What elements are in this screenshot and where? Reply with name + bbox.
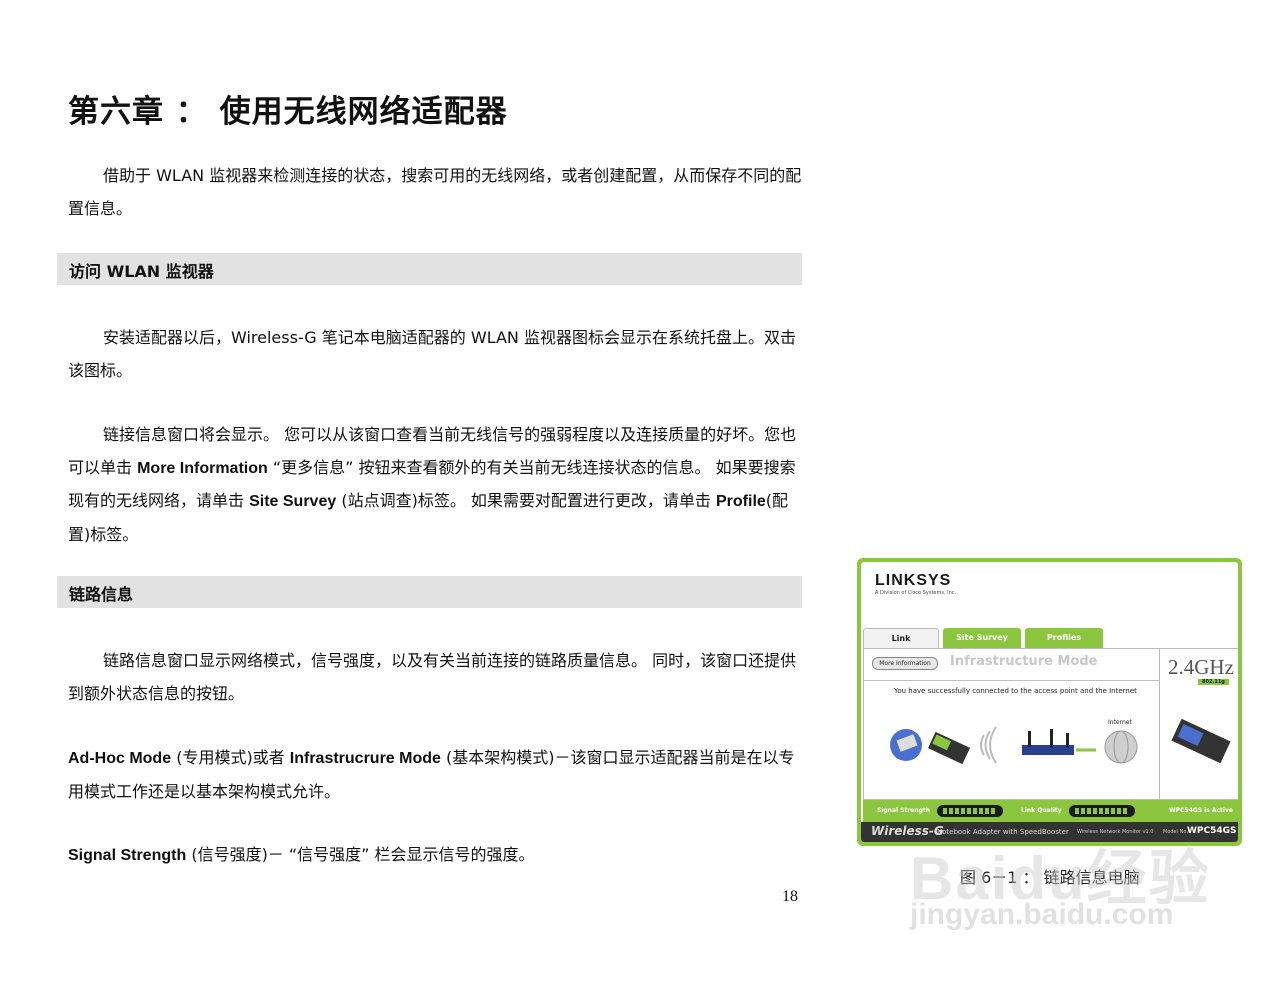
linksys-logo-sub: A Division of Cisco Systems, Inc. (875, 590, 957, 596)
link-quality-label: Link Quality (1021, 807, 1062, 814)
globe-icon (1104, 730, 1138, 764)
link-window-paragraph: 链接信息窗口将会显示。 您可以从该窗口查看当前无线信号的强弱程度以及连接质量的好… (68, 425, 797, 544)
signal-strength-label: Signal Strength (877, 807, 931, 814)
adapter-active-label: WPC54GS is Active (1169, 807, 1233, 814)
connection-diagram (890, 726, 1138, 765)
adhoc-mode-term: Ad-Hoc Mode (68, 750, 172, 767)
linksys-logo: LINKSYS (875, 572, 952, 589)
page-number: 18 (782, 888, 798, 905)
adapter-info-panel: 2.4GHz 802.11g (1159, 648, 1238, 800)
signal-link-bar: Signal Strength Link Quality (863, 800, 1159, 822)
tab-site-survey[interactable]: Site Survey (943, 628, 1021, 648)
tab-profiles[interactable]: Profiles (1025, 628, 1103, 648)
signal-paragraph: Signal Strength (信号强度)－ “信号强度” 栏会显示信号的强度… (68, 845, 535, 864)
signal-strength-meter (937, 805, 1003, 817)
section-heading-band-2: 链路信息 (57, 576, 802, 608)
adapter-card-icon (1171, 718, 1231, 764)
section-heading-wlan: 访问 WLAN 监视器 (69, 262, 214, 281)
link-info-panel: More Information Infrastructure Mode You… (863, 648, 1161, 800)
linksys-monitor-figure: LINKSYS A Division of Cisco Systems, Inc… (857, 558, 1242, 846)
link-quality-meter (1069, 805, 1135, 817)
profile-term: Profile (716, 493, 766, 510)
tab-link-information[interactable]: Link Information (863, 628, 939, 663)
intro-paragraph: 借助于 WLAN 监视器来检测连接的状态，搜索可用的无线网络，或者创建配置，从而… (68, 166, 802, 218)
laptop-icon (890, 729, 971, 765)
active-status-bar: WPC54GS is Active (1159, 800, 1238, 822)
signal-strength-term: Signal Strength (68, 847, 187, 864)
site-survey-term: Site Survey (249, 493, 337, 510)
infrastructure-mode-term: Infrastrucrure Mode (289, 750, 441, 767)
section-heading-band: 访问 WLAN 监视器 (57, 253, 802, 285)
section-heading-link-info: 链路信息 (69, 585, 134, 604)
chapter-title: 第六章 ： 使用无线网络适配器 (68, 94, 508, 130)
more-information-term: More Information (137, 459, 268, 477)
link-info-paragraph: 链路信息窗口显示网络模式，信号强度，以及有关当前连接的链路质量信息。 同时，该窗… (68, 651, 797, 703)
mode-paragraph: Ad-Hoc Mode (专用模式)或者 Infrastrucrure Mode… (68, 748, 795, 801)
monitor-tabs: Link Information Site Survey Profiles (863, 628, 1238, 663)
wifi-signal-icon (980, 726, 997, 764)
install-paragraph: 安装适配器以后，Wireless-G 笔记本电脑适配器的 WLAN 监视器图标会… (68, 328, 796, 380)
baidu-watermark-url: jingyan.baidu.com (910, 898, 1174, 931)
router-icon (1022, 729, 1074, 755)
